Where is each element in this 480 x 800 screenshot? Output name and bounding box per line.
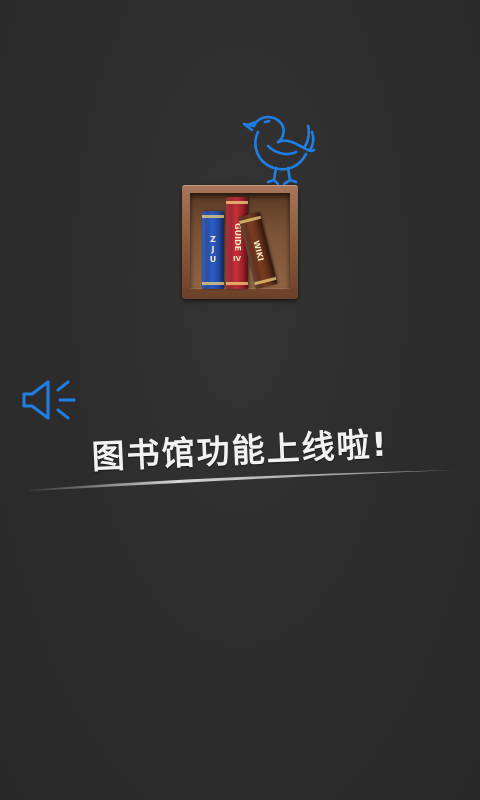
splash-screen: Z J U GUIDE IV WIKI 图书馆功能上线啦!: [0, 0, 480, 800]
book-zju-letter: Z: [210, 235, 216, 244]
library-bookshelf-icon: Z J U GUIDE IV WIKI: [182, 185, 298, 299]
megaphone-icon: [22, 380, 76, 420]
book-wiki-title: WIKI: [251, 239, 266, 262]
book-zju-letter: J: [211, 245, 215, 254]
book-zju: Z J U: [202, 211, 224, 289]
book-zju-letter: U: [209, 255, 217, 264]
headline-underline: [30, 470, 456, 491]
book-guide-volume: IV: [232, 255, 242, 264]
book-zju-letters: Z J U: [210, 235, 217, 265]
bird-icon: [242, 115, 316, 186]
shelf-interior: Z J U GUIDE IV WIKI: [190, 193, 290, 289]
